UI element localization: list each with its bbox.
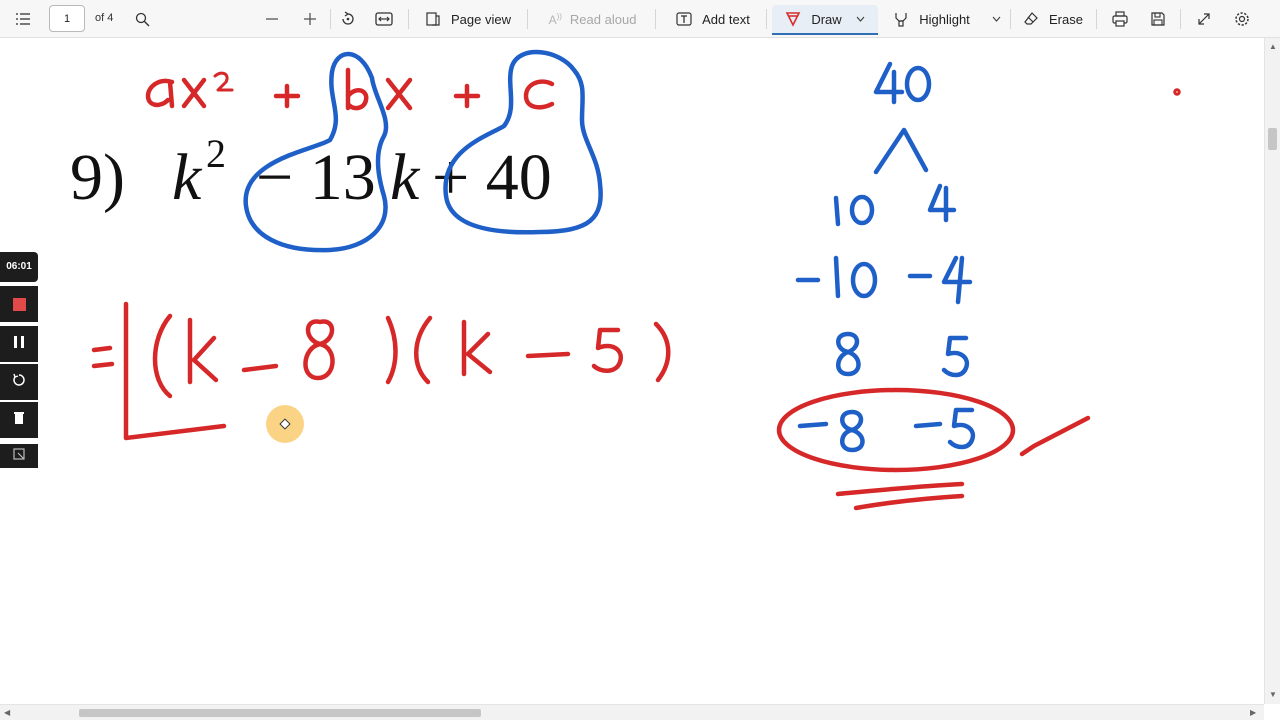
ink-k-2 bbox=[461, 319, 493, 377]
trash-icon bbox=[13, 411, 25, 430]
ink-checkmark bbox=[1019, 415, 1091, 457]
ink-8 bbox=[303, 319, 335, 381]
ink-c bbox=[523, 79, 555, 110]
pause-button[interactable] bbox=[0, 326, 38, 362]
ink-paren-open-1 bbox=[152, 313, 173, 399]
ink-annotations bbox=[91, 49, 1181, 511]
ink-answer-circle bbox=[776, 387, 1016, 473]
ink-a bbox=[145, 78, 175, 109]
ink-ten-1 bbox=[833, 195, 841, 227]
ink-neg-eight-dash bbox=[797, 421, 829, 429]
ink-squared bbox=[213, 71, 234, 92]
ink-tree-4 bbox=[873, 61, 905, 105]
ink-neg-five bbox=[947, 407, 976, 450]
ink-minus-four bbox=[941, 255, 973, 305]
delete-recording-button[interactable] bbox=[0, 402, 38, 438]
ink-5 bbox=[591, 327, 624, 373]
vertical-scrollbar[interactable]: ▲ ▼ bbox=[1264, 38, 1280, 704]
horizontal-scroll-thumb[interactable] bbox=[79, 709, 481, 717]
stop-recording-button[interactable] bbox=[0, 286, 38, 322]
ink-tree-0 bbox=[904, 65, 932, 103]
horizontal-scrollbar[interactable]: ◀ ▶ bbox=[0, 704, 1264, 720]
ink-eight bbox=[836, 331, 861, 377]
ink-loop-b bbox=[243, 51, 389, 253]
pointer-highlight bbox=[266, 405, 304, 443]
ink-underline-1 bbox=[835, 481, 965, 497]
ink-minus-2 bbox=[525, 351, 571, 359]
ink-paren-open-2 bbox=[414, 315, 433, 385]
ink-minus-ten-0 bbox=[850, 261, 878, 299]
vertical-scroll-thumb[interactable] bbox=[1268, 128, 1277, 150]
ink-paren-close-2 bbox=[653, 321, 671, 383]
ink-ten-0 bbox=[849, 194, 875, 226]
ink-loop-c bbox=[443, 49, 603, 235]
scroll-up-icon[interactable]: ▲ bbox=[1269, 42, 1277, 51]
stop-icon bbox=[12, 297, 26, 311]
red-ink bbox=[91, 67, 1181, 511]
ink-k-1 bbox=[187, 317, 219, 385]
ink-dot bbox=[1173, 88, 1181, 96]
ink-minus-ten-1 bbox=[795, 255, 841, 299]
ink-paren-close-1 bbox=[385, 315, 398, 385]
capture-area-icon bbox=[13, 447, 25, 465]
ink-five bbox=[941, 335, 970, 378]
ink-neg-eight bbox=[840, 409, 865, 453]
ink-plus-2 bbox=[453, 83, 481, 109]
ink-x-2 bbox=[385, 77, 413, 111]
ink-x bbox=[181, 77, 207, 109]
capture-area-button[interactable] bbox=[0, 444, 38, 468]
ink-b bbox=[345, 67, 369, 111]
recording-time: 06:01 bbox=[0, 252, 38, 282]
ink-plus-1 bbox=[273, 83, 301, 109]
pause-icon bbox=[13, 335, 25, 354]
restart-button[interactable] bbox=[0, 364, 38, 400]
ink-equals bbox=[91, 345, 115, 369]
ink-neg-five-dash bbox=[913, 421, 943, 429]
ink-underline-2 bbox=[853, 493, 965, 511]
restart-icon bbox=[12, 373, 26, 392]
scroll-right-icon[interactable]: ▶ bbox=[1250, 708, 1256, 717]
scroll-down-icon[interactable]: ▼ bbox=[1269, 690, 1277, 699]
scroll-left-icon[interactable]: ◀ bbox=[4, 708, 10, 717]
ink-four bbox=[927, 183, 957, 223]
ink-minus-1 bbox=[241, 363, 279, 373]
ink-tree-caret bbox=[873, 127, 929, 175]
